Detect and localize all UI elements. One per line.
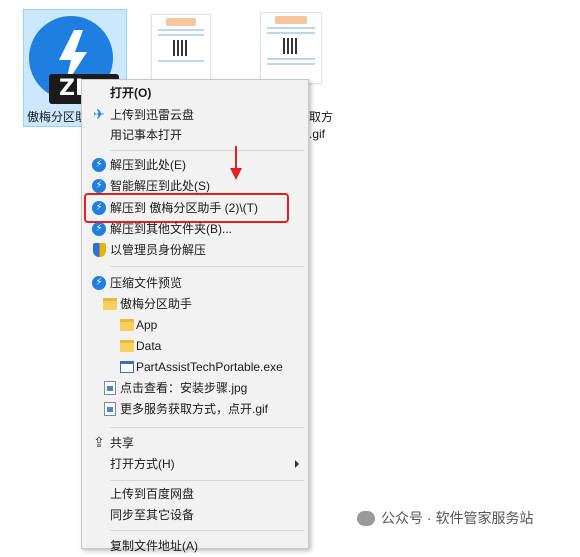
menu-item-label: 解压到此处(E) bbox=[110, 158, 186, 172]
context-menu: 打开(O) ✈ 上传到迅雷云盘 用记事本打开 ⚡ 解压到此处(E) ⚡ 智能解压… bbox=[81, 79, 309, 553]
menu-item-extract-admin[interactable]: 以管理员身份解压 bbox=[83, 240, 307, 261]
menu-item-preview[interactable]: ⚡ 压缩文件预览 bbox=[83, 273, 307, 294]
gif-file-label-line1: 取方 bbox=[309, 110, 334, 124]
red-arrow-annotation bbox=[230, 146, 242, 180]
menu-item-label: 上传到百度网盘 bbox=[110, 487, 195, 501]
menu-item-open-with[interactable]: 打开方式(H) bbox=[83, 454, 307, 475]
menu-item-open[interactable]: 打开(O) bbox=[83, 83, 307, 104]
tree-item-exe[interactable]: PartAssistTechPortable.exe bbox=[83, 357, 307, 378]
folder-icon bbox=[102, 296, 118, 312]
menu-item-extract-here[interactable]: ⚡ 解压到此处(E) bbox=[83, 155, 307, 176]
menu-item-label: 打开方式(H) bbox=[110, 457, 175, 471]
menu-separator bbox=[110, 530, 304, 531]
image-file-icon bbox=[102, 401, 118, 417]
menu-item-label: 更多服务获取方式，点开.gif bbox=[120, 402, 269, 416]
tree-item-jpg[interactable]: 点击查看：安装步骤.jpg bbox=[83, 378, 307, 399]
menu-separator bbox=[110, 150, 304, 151]
tree-item-gif[interactable]: 更多服务获取方式，点开.gif bbox=[83, 399, 307, 420]
menu-item-upload-xunlei[interactable]: ✈ 上传到迅雷云盘 bbox=[83, 105, 307, 126]
wechat-icon bbox=[357, 510, 375, 526]
watermark-text: 公众号 · 软件管家服务站 bbox=[381, 510, 534, 526]
menu-item-copy-path[interactable]: 复制文件地址(A) bbox=[83, 536, 307, 557]
folder-icon bbox=[119, 317, 135, 333]
menu-item-label: 傲梅分区助手 bbox=[120, 297, 193, 311]
zip-file-label: 傲梅分区助 bbox=[27, 110, 88, 124]
share-icon: ⇪ bbox=[93, 435, 105, 451]
xunlei-bird-icon: ✈ bbox=[93, 107, 105, 123]
exe-icon bbox=[119, 359, 135, 375]
tree-item-app-folder[interactable]: App bbox=[83, 315, 307, 336]
bandizip-icon: ⚡ bbox=[91, 275, 107, 291]
menu-item-label: 同步至其它设备 bbox=[110, 508, 195, 522]
menu-item-label: 打开(O) bbox=[110, 86, 152, 100]
menu-item-label: 复制文件地址(A) bbox=[110, 539, 198, 553]
menu-item-label: 以管理员身份解压 bbox=[110, 243, 207, 257]
bandizip-icon: ⚡ bbox=[91, 178, 107, 194]
menu-item-label: App bbox=[136, 318, 158, 332]
menu-item-label: Data bbox=[136, 339, 162, 353]
menu-item-open-notepad[interactable]: 用记事本打开 bbox=[83, 125, 307, 146]
menu-separator bbox=[110, 427, 304, 428]
menu-item-sync-device[interactable]: 同步至其它设备 bbox=[83, 505, 307, 526]
image-thumbnail-gif[interactable] bbox=[260, 12, 322, 84]
menu-separator bbox=[110, 480, 304, 481]
bandizip-icon: ⚡ bbox=[91, 157, 107, 173]
menu-item-label: 压缩文件预览 bbox=[110, 276, 183, 290]
menu-item-label: 点击查看：安装步骤.jpg bbox=[120, 381, 248, 395]
gif-file-label-line2: .gif bbox=[309, 127, 326, 141]
menu-separator bbox=[110, 266, 304, 267]
tree-item-data-folder[interactable]: Data bbox=[83, 336, 307, 357]
shield-icon bbox=[91, 242, 107, 258]
menu-item-label: 共享 bbox=[110, 436, 135, 450]
image-file-icon bbox=[102, 380, 118, 396]
menu-item-label: PartAssistTechPortable.exe bbox=[136, 360, 283, 374]
tree-item-root-folder[interactable]: 傲梅分区助手 bbox=[83, 294, 307, 315]
bandizip-icon: ⚡ bbox=[91, 221, 107, 237]
submenu-arrow-icon bbox=[295, 460, 299, 468]
menu-item-share[interactable]: ⇪ 共享 bbox=[83, 433, 307, 454]
menu-item-upload-baidu[interactable]: 上传到百度网盘 bbox=[83, 484, 307, 505]
menu-item-label: 上传到迅雷云盘 bbox=[110, 108, 195, 122]
watermark: 公众号 · 软件管家服务站 bbox=[357, 508, 533, 528]
image-thumbnail-jpg[interactable] bbox=[151, 14, 211, 80]
highlight-box bbox=[84, 193, 289, 223]
folder-icon bbox=[119, 338, 135, 354]
menu-item-label: 用记事本打开 bbox=[110, 128, 183, 142]
